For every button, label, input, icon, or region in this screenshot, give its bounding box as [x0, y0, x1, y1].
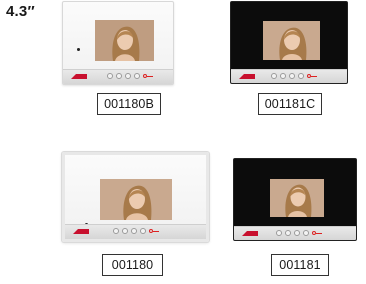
monitor-black-1 — [230, 1, 348, 84]
door-key-icon — [307, 73, 317, 79]
monitor-button — [289, 73, 295, 79]
monitor-screen — [263, 21, 320, 60]
portrait-image — [95, 20, 154, 61]
screen-size-label: 4.3″ — [6, 3, 35, 20]
monitor-black-2 — [233, 158, 357, 241]
product-code: 001180 — [102, 254, 163, 276]
brand-logo — [242, 231, 258, 236]
monitor-button — [303, 230, 309, 236]
monitor-button — [125, 73, 131, 79]
product-code: 001181 — [271, 254, 329, 276]
monitor-screen — [100, 179, 172, 220]
brand-logo — [73, 229, 89, 234]
monitor-button — [134, 73, 140, 79]
control-panel — [65, 224, 206, 239]
monitor-button — [140, 228, 146, 234]
product-code: 001181C — [258, 93, 322, 115]
monitor-button — [280, 73, 286, 79]
door-key-icon — [312, 230, 322, 236]
monitor-white-1 — [62, 1, 174, 85]
brand-logo — [239, 74, 255, 79]
product-sheet: 4.3″ 001180B 001181C 001180 001181 — [0, 0, 366, 284]
monitor-button — [285, 230, 291, 236]
monitor-button — [271, 73, 277, 79]
portrait-image — [100, 179, 172, 220]
monitor-button — [113, 228, 119, 234]
monitor-button — [122, 228, 128, 234]
product-code: 001180B — [97, 93, 161, 115]
monitor-button — [276, 230, 282, 236]
monitor-button — [131, 228, 137, 234]
door-key-icon — [149, 228, 159, 234]
door-key-icon — [143, 73, 153, 79]
monitor-screen — [95, 20, 154, 61]
brand-logo — [71, 74, 87, 79]
monitor-screen — [270, 179, 324, 217]
control-panel — [234, 226, 356, 240]
monitor-button — [294, 230, 300, 236]
status-led — [77, 48, 80, 51]
monitor-button — [116, 73, 122, 79]
control-panel — [63, 69, 173, 84]
control-panel — [231, 69, 347, 83]
portrait-image — [270, 179, 324, 217]
monitor-white-2 — [62, 152, 209, 242]
portrait-image — [263, 21, 320, 60]
monitor-button — [107, 73, 113, 79]
monitor-button — [298, 73, 304, 79]
